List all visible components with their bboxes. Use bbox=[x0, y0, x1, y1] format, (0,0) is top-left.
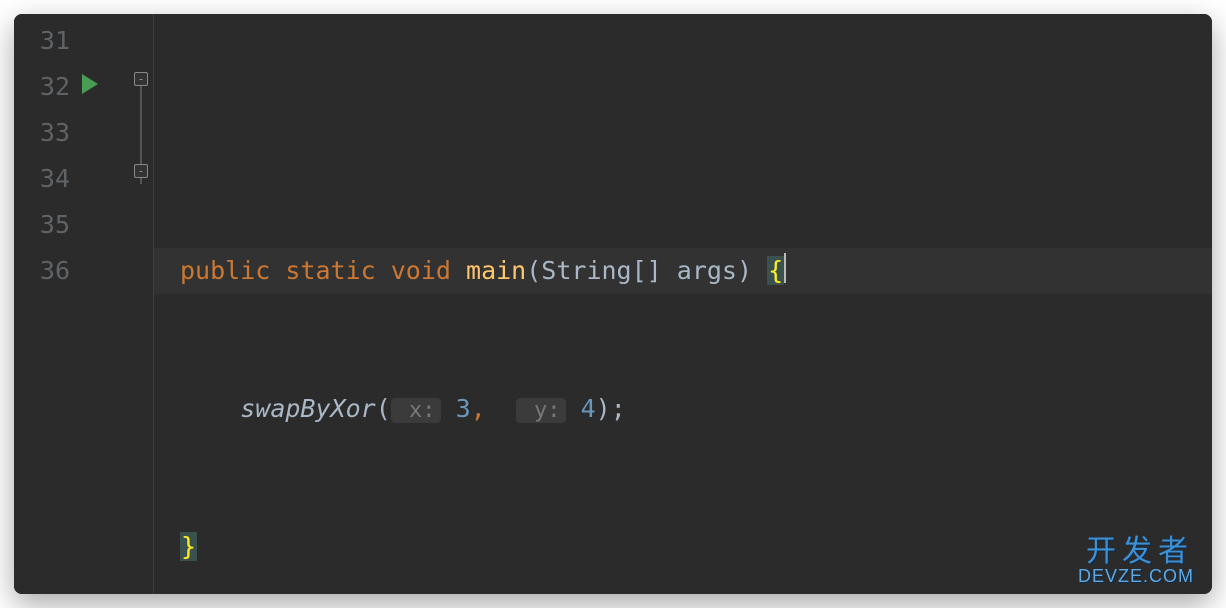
line-number: 31 bbox=[14, 18, 70, 64]
line-number: 35 bbox=[14, 202, 70, 248]
number-literal: 4 bbox=[581, 394, 596, 423]
signature: (String[] args) bbox=[526, 256, 767, 285]
brace-close: } bbox=[180, 532, 197, 561]
keyword: void bbox=[391, 256, 451, 285]
ide-window: 31 32 33 34 35 36 - - public static void… bbox=[14, 14, 1212, 594]
keyword: public bbox=[180, 256, 270, 285]
brace-open: { bbox=[767, 256, 784, 285]
method-call: swapByXor bbox=[240, 394, 375, 423]
paren: ( bbox=[376, 394, 391, 423]
line-number: 33 bbox=[14, 110, 70, 156]
fold-collapse-icon[interactable]: - bbox=[134, 72, 148, 86]
caret-icon bbox=[784, 253, 786, 283]
editor-area: 31 32 33 34 35 36 - - public static void… bbox=[14, 14, 1212, 594]
paren-close: ); bbox=[596, 394, 626, 423]
code-area[interactable]: public static void main(String[] args) {… bbox=[154, 14, 1212, 594]
run-gutter-icon[interactable] bbox=[82, 74, 98, 94]
fold-gutter: - - bbox=[132, 14, 154, 594]
icon-gutter bbox=[76, 14, 132, 594]
line-number: 36 bbox=[14, 248, 70, 294]
line-number-gutter: 31 32 33 34 35 36 bbox=[14, 14, 76, 594]
param-hint: y: bbox=[516, 398, 566, 423]
code-line[interactable]: public static void main(String[] args) { bbox=[154, 248, 1212, 294]
code-line[interactable]: swapByXor( x: 3, y: 4); bbox=[154, 386, 1212, 432]
line-number: 34 bbox=[14, 156, 70, 202]
param-hint: x: bbox=[391, 398, 441, 423]
number-literal: 3 bbox=[456, 394, 471, 423]
code-line[interactable]: } bbox=[154, 524, 1212, 570]
fold-collapse-icon[interactable]: - bbox=[134, 164, 148, 178]
comma: , bbox=[471, 394, 486, 423]
line-number: 32 bbox=[14, 64, 70, 110]
keyword: static bbox=[285, 256, 375, 285]
code-line[interactable] bbox=[154, 110, 1212, 156]
method-name: main bbox=[466, 256, 526, 285]
